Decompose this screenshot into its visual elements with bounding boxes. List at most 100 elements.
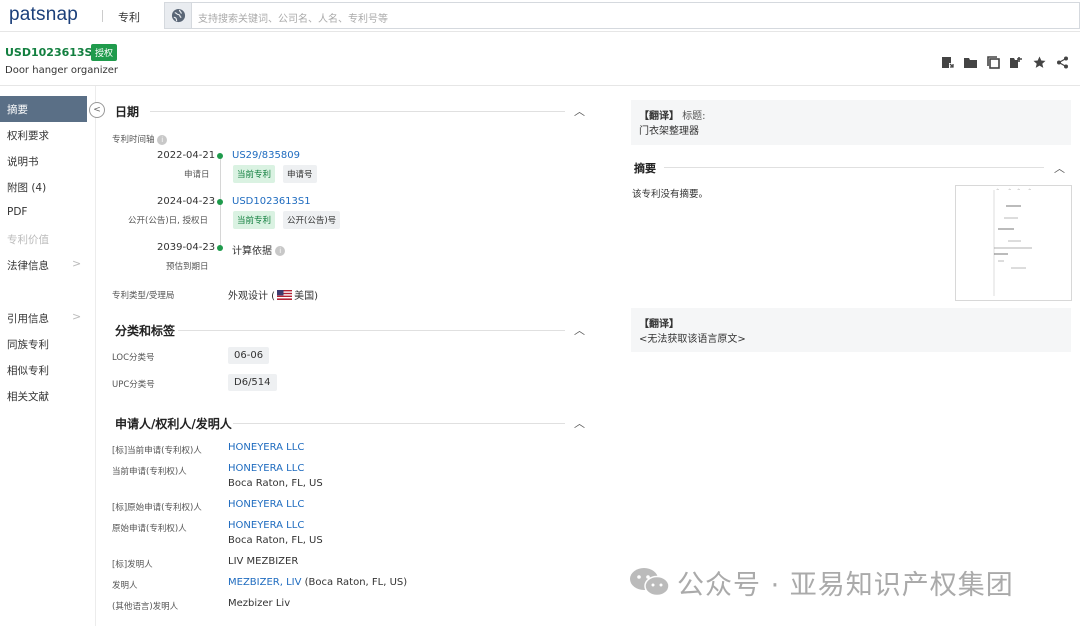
party-name-link[interactable]: HONEYERA LLC	[228, 520, 304, 531]
sidebar-item-description[interactable]: 说明书	[0, 148, 95, 174]
info-icon[interactable]: i	[157, 134, 168, 145]
sidebar-item-drawings[interactable]: 附图 (4)	[0, 174, 95, 200]
folder-icon[interactable]	[963, 55, 978, 69]
party-name: LIV MEZBIZER	[228, 556, 299, 567]
search-input[interactable]: 支持搜索关键词、公司名、人名、专利号等	[192, 2, 1080, 29]
globe-icon[interactable]	[164, 2, 192, 29]
title-translation: 门衣架整理器	[639, 126, 699, 137]
party-label: [标]当前申请(专利权)人	[112, 446, 202, 456]
svg-text:^: ^	[1008, 188, 1011, 193]
party-name-link[interactable]: HONEYERA LLC	[228, 442, 304, 453]
translation-header: 【翻译】 标题:	[639, 111, 706, 122]
star-icon[interactable]	[1032, 55, 1047, 69]
sidebar-item-related[interactable]: 相关文献	[0, 383, 95, 409]
sidebar-item-label: 法律信息	[7, 260, 49, 272]
timeline-dot	[217, 153, 223, 159]
sidebar-item-similar[interactable]: 相似专利	[0, 357, 95, 383]
sidebar-item-label: 引用信息	[7, 313, 49, 325]
section-title-abstract: 摘要	[634, 162, 656, 175]
svg-text:^: ^	[1028, 188, 1031, 193]
sidebar-item-legal[interactable]: 法律信息 >	[0, 252, 95, 278]
divider	[102, 10, 103, 22]
timeline-date: 2024-04-23	[157, 196, 216, 207]
party-address: Boca Raton, FL, US	[228, 535, 323, 546]
chevron-right-icon: >	[72, 257, 82, 270]
sidebar-nav: 摘要 权利要求 说明书 附图 (4) PDF 专利价值 法律信息 > 引用信息 > …	[0, 86, 96, 626]
title-translation-box: 【翻译】 标题: 门衣架整理器	[631, 100, 1071, 145]
divider	[178, 330, 565, 331]
export-icon[interactable]	[940, 55, 955, 69]
timeline-date: 2039-04-23	[157, 242, 216, 253]
section-title-parties: 申请人/权利人/发明人	[115, 417, 232, 431]
sidebar-item-family[interactable]: 同族专利	[0, 331, 95, 357]
party-label: 原始申请(专利权)人	[112, 524, 187, 534]
sidebar-item-abstract[interactable]: 摘要	[0, 96, 87, 122]
party-address: Boca Raton, FL, US	[228, 478, 323, 489]
timeline-caption: 申请日	[184, 170, 210, 180]
upc-code[interactable]: D6/514	[228, 374, 277, 391]
svg-text:^: ^	[1017, 188, 1020, 193]
top-bar: patsnap 专利 支持搜索关键词、公司名、人名、专利号等	[0, 0, 1080, 32]
timeline-date: 2022-04-21	[157, 150, 216, 161]
status-badge: 授权	[91, 44, 118, 61]
timeline-caption: 公开(公告)日, 授权日	[128, 216, 209, 226]
share-icon[interactable]	[1055, 55, 1070, 69]
number-type-tag: 公开(公告)号	[283, 211, 341, 229]
divider	[233, 423, 565, 424]
collapse-sidebar-button[interactable]: <	[89, 102, 105, 118]
chevron-up-icon[interactable]: ︿	[574, 415, 585, 431]
type-value: 外观设计 (美国)	[228, 290, 318, 302]
inventor-entry: MEZBIZER, LIV (Boca Raton, FL, US)	[228, 577, 408, 588]
type-label: 专利类型/受理局	[112, 291, 175, 301]
action-toolbar	[940, 55, 1070, 69]
chevron-right-icon: >	[72, 310, 82, 323]
module-selector[interactable]: 专利	[118, 9, 140, 25]
watermark: 公众号 · 亚易知识产权集团	[629, 563, 1014, 605]
timeline-dot	[217, 199, 223, 205]
section-title-dates: 日期	[115, 105, 140, 119]
patent-header: USD1023613S1 授权 Door hanger organizer	[0, 32, 1080, 86]
party-name: Mezbizer Liv	[228, 598, 291, 609]
wechat-icon	[629, 566, 671, 605]
sidebar-item-pdf[interactable]: PDF	[0, 200, 95, 226]
party-name-link[interactable]: MEZBIZER, LIV	[228, 577, 301, 588]
party-label: [标]原始申请(专利权)人	[112, 503, 202, 513]
timeline-label: 专利时间轴 i	[112, 133, 168, 145]
original-language-box: 【翻译】 <无法获取该语言原文>	[631, 308, 1071, 352]
sidebar-item-value: 专利价值	[7, 234, 49, 246]
chevron-up-icon[interactable]: ︿	[1054, 160, 1065, 176]
patent-number: USD1023613S1	[5, 46, 101, 59]
sidebar-item-citations[interactable]: 引用信息 >	[0, 305, 95, 331]
chevron-up-icon[interactable]: ︿	[574, 322, 585, 338]
current-patent-tag: 当前专利	[233, 165, 276, 183]
monitor-icon[interactable]	[1009, 55, 1024, 69]
info-icon[interactable]: i	[275, 246, 286, 256]
publication-number-link[interactable]: USD1023613S1	[232, 196, 311, 207]
section-title-classification: 分类和标签	[115, 324, 176, 338]
us-flag-icon	[277, 290, 293, 300]
classification-label: LOC分类号	[112, 353, 155, 363]
patsnap-logo[interactable]: patsnap	[9, 4, 78, 26]
divider	[150, 111, 565, 112]
drawing-thumbnail[interactable]: ^ ^ ^ ^	[955, 185, 1072, 301]
original-text: <无法获取该语言原文>	[639, 334, 746, 345]
calculation-basis: 计算依据 i	[232, 242, 286, 257]
classification-label: UPC分类号	[112, 380, 155, 390]
application-number-link[interactable]: US29/835809	[232, 150, 300, 161]
svg-text:^: ^	[996, 188, 999, 193]
chevron-up-icon[interactable]: ︿	[574, 103, 585, 119]
party-name-link[interactable]: HONEYERA LLC	[228, 499, 304, 510]
copy-icon[interactable]	[986, 55, 1001, 69]
translation-header: 【翻译】	[639, 319, 679, 330]
party-label: 当前申请(专利权)人	[112, 467, 187, 477]
current-patent-tag: 当前专利	[233, 211, 276, 229]
abstract-text: 该专利没有摘要。	[632, 189, 709, 200]
loc-code[interactable]: 06-06	[228, 347, 270, 364]
patent-title: Door hanger organizer	[5, 65, 118, 76]
number-type-tag: 申请号	[283, 165, 317, 183]
sidebar-item-claims[interactable]: 权利要求	[0, 122, 95, 148]
timeline-caption: 预估到期日	[166, 262, 209, 272]
party-name-link[interactable]: HONEYERA LLC	[228, 463, 304, 474]
divider	[664, 167, 1044, 168]
party-label: (其他语言)发明人	[112, 602, 179, 612]
